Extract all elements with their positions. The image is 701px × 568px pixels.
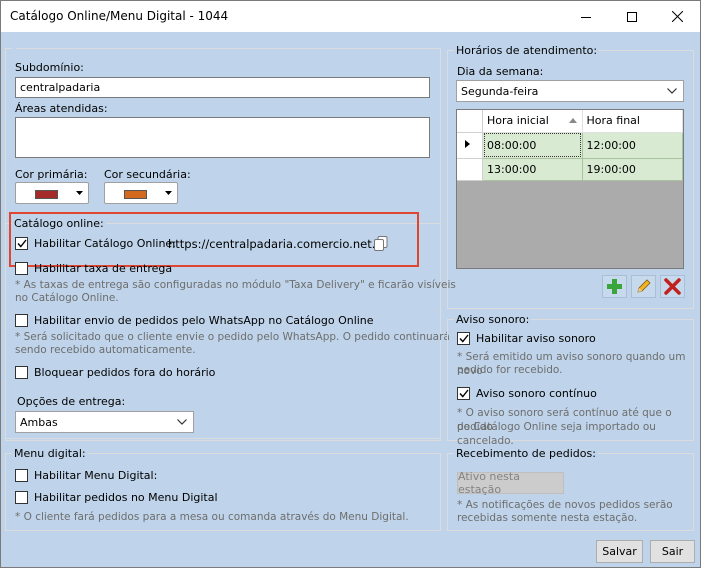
schedule-table: Hora inicial Hora final 08:00:00 12:00:0… (457, 110, 683, 181)
delivery-options-label: Opções de entrega: (17, 395, 126, 408)
checkbox-box[interactable] (457, 387, 470, 400)
column-header-start-label: Hora inicial (487, 114, 549, 128)
checkbox-box[interactable] (15, 366, 28, 379)
primary-color-picker[interactable] (15, 182, 89, 204)
chevron-down-icon (165, 191, 172, 195)
whatsapp-label: Habilitar envio de pedidos pelo WhatsApp… (34, 314, 374, 327)
dialog-body: Subdomínio: centralpadaria Áreas atendid… (1, 32, 700, 567)
delivery-fee-note-1: * As taxas de entrega são configuradas n… (15, 279, 456, 291)
delivery-options-select[interactable]: Ambas (15, 411, 194, 433)
row-header (457, 158, 483, 181)
sort-ascending-icon (568, 118, 577, 123)
edit-schedule-button[interactable] (631, 275, 656, 298)
checkbox-box[interactable] (457, 332, 470, 345)
title-bar[interactable]: Catálogo Online/Menu Digital - 1044 (1, 1, 700, 32)
minimize-button[interactable] (563, 1, 609, 32)
subdomain-input[interactable]: centralpadaria (15, 77, 430, 98)
primary-color-swatch (35, 190, 58, 199)
close-icon (671, 11, 683, 22)
subdomain-label: Subdomínio: (15, 61, 84, 74)
chevron-down-icon (177, 419, 187, 425)
maximize-button[interactable] (609, 1, 655, 32)
block-orders-label: Bloquear pedidos fora do horário (34, 366, 216, 379)
table-row[interactable]: 08:00:00 12:00:00 (457, 132, 683, 159)
menu-digital-legend: Menu digital: (14, 447, 86, 460)
schedule-grid[interactable]: Hora inicial Hora final 08:00:00 12:00:0… (456, 109, 684, 269)
exit-button[interactable]: Sair (650, 540, 695, 563)
menu-digital-note: * O cliente fará pedidos para a mesa ou … (15, 511, 409, 523)
checkbox-box[interactable] (15, 262, 28, 275)
areas-label: Áreas atendidas: (15, 102, 108, 115)
add-icon (607, 279, 622, 294)
secondary-color-swatch (124, 190, 147, 199)
corner-header (457, 110, 483, 133)
current-row-indicator (457, 132, 483, 159)
primary-color-label: Cor primária: (15, 168, 88, 181)
delivery-fee-checkbox[interactable]: Habilitar taxa de entrega (15, 262, 172, 275)
add-schedule-button[interactable] (602, 275, 627, 298)
weekday-label: Dia da semana: (457, 65, 544, 78)
minimize-icon (581, 16, 591, 18)
column-header-end[interactable]: Hora final (582, 110, 683, 133)
table-row[interactable]: 13:00:00 19:00:00 (457, 158, 683, 181)
dialog-window: Catálogo Online/Menu Digital - 1044 Subd… (0, 0, 701, 568)
table-cell[interactable]: 12:00:00 (582, 132, 683, 159)
schedule-legend: Horários de atendimento: (456, 44, 598, 57)
column-header-end-label: Hora final (586, 114, 640, 128)
menu-digital-orders-checkbox[interactable]: Habilitar pedidos no Menu Digital (15, 491, 218, 504)
continuous-sound-label: Aviso sonoro contínuo (476, 387, 597, 400)
enable-sound-label: Habilitar aviso sonoro (476, 332, 596, 345)
checkmark-icon (458, 389, 469, 398)
weekday-value: Segunda-feira (461, 84, 539, 98)
highlight-box (9, 212, 419, 267)
delivery-options-value: Ambas (20, 415, 58, 429)
secondary-color-picker[interactable] (104, 182, 178, 204)
weekday-select[interactable]: Segunda-feira (456, 80, 684, 102)
row-pointer-icon (465, 139, 470, 148)
delivery-fee-note-2: no Catálogo Online. (15, 292, 119, 304)
table-cell[interactable]: 13:00:00 (482, 158, 583, 181)
maximize-icon (627, 11, 637, 22)
continuous-note-2: do Catálogo Online seja importado ou can… (457, 421, 656, 447)
secondary-color-label: Cor secundária: (104, 168, 191, 181)
delete-icon (664, 278, 681, 295)
active-station-button[interactable]: Ativo nesta estação (457, 470, 564, 496)
whatsapp-checkbox[interactable]: Habilitar envio de pedidos pelo WhatsApp… (15, 314, 374, 327)
menu-digital-orders-label: Habilitar pedidos no Menu Digital (34, 491, 218, 504)
receiving-legend: Recebimento de pedidos: (456, 447, 596, 460)
column-header-start[interactable]: Hora inicial (482, 110, 583, 133)
save-button[interactable]: Salvar (596, 540, 643, 563)
table-cell[interactable]: 08:00:00 (482, 132, 583, 159)
checkbox-box[interactable] (15, 314, 28, 327)
checkmark-icon (458, 334, 469, 343)
edit-pencil-icon (637, 279, 651, 293)
whatsapp-note-1: * Será solicitado que o cliente envie o … (15, 331, 450, 343)
checkbox-box[interactable] (15, 469, 28, 482)
delete-schedule-button[interactable] (660, 275, 685, 298)
whatsapp-note-2: sendo recebido automaticamente. (15, 344, 196, 356)
chevron-down-icon (667, 88, 677, 94)
sound-legend: Aviso sonoro: (456, 313, 530, 326)
enable-menu-digital-checkbox[interactable]: Habilitar Menu Digital: (15, 469, 157, 482)
window-title: Catálogo Online/Menu Digital - 1044 (10, 9, 229, 23)
sound-note-2: pedido for recebido. (457, 364, 563, 376)
close-button[interactable] (654, 1, 700, 32)
delivery-fee-label: Habilitar taxa de entrega (34, 262, 173, 275)
receiving-note-1: * As notificações de novos pedidos serão (457, 499, 673, 511)
enable-sound-checkbox[interactable]: Habilitar aviso sonoro (457, 332, 596, 345)
block-orders-checkbox[interactable]: Bloquear pedidos fora do horário (15, 366, 215, 379)
table-cell[interactable]: 19:00:00 (582, 158, 683, 181)
chevron-down-icon (76, 191, 83, 195)
continuous-sound-checkbox[interactable]: Aviso sonoro contínuo (457, 387, 597, 400)
receiving-note-2: recebidas somente nesta estação. (457, 512, 638, 524)
header-row: Hora inicial Hora final (457, 110, 683, 133)
enable-menu-digital-label: Habilitar Menu Digital: (34, 469, 158, 482)
areas-input[interactable] (15, 117, 430, 158)
checkbox-box[interactable] (15, 491, 28, 504)
